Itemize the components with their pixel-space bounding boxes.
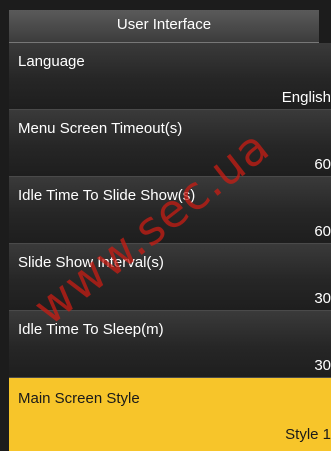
screen-title: User Interface (9, 10, 319, 43)
setting-menu-screen-timeout[interactable]: Menu Screen Timeout(s) 60 (9, 110, 331, 177)
setting-idle-time-to-slide-show[interactable]: Idle Time To Slide Show(s) 60 (9, 177, 331, 244)
setting-value: 30 (314, 290, 331, 307)
setting-slide-show-interval[interactable]: Slide Show Interval(s) 30 (9, 244, 331, 311)
setting-value: Style 1 (285, 426, 331, 443)
setting-main-screen-style[interactable]: Main Screen Style Style 1 (9, 378, 331, 451)
setting-label: Idle Time To Sleep(m) (18, 321, 164, 338)
setting-language[interactable]: Language English (9, 43, 331, 110)
setting-value: 30 (314, 357, 331, 374)
setting-label: Slide Show Interval(s) (18, 254, 164, 271)
setting-label: Idle Time To Slide Show(s) (18, 187, 196, 204)
setting-label: Menu Screen Timeout(s) (18, 120, 183, 137)
setting-label: Main Screen Style (18, 390, 140, 407)
setting-idle-time-to-sleep[interactable]: Idle Time To Sleep(m) 30 (9, 311, 331, 378)
setting-value: 60 (314, 223, 331, 240)
setting-label: Language (18, 53, 85, 70)
setting-value: 60 (314, 156, 331, 173)
settings-list: Language English Menu Screen Timeout(s) … (9, 43, 331, 451)
setting-value: English (281, 89, 331, 106)
